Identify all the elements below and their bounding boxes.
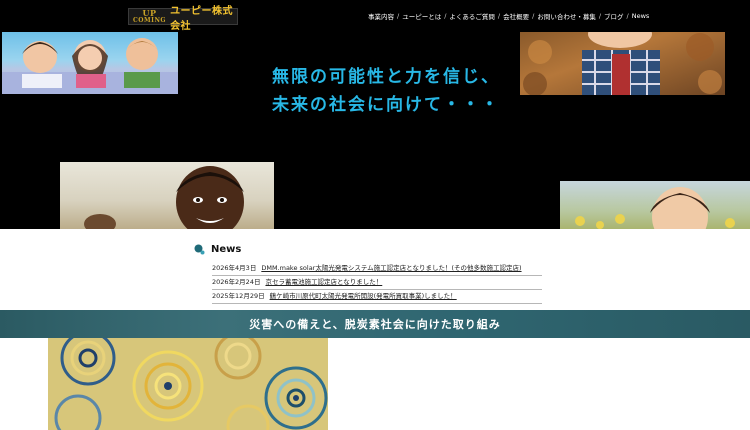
logo-text: ユーピー株式会社 [170, 5, 234, 32]
nav-item-business[interactable]: 事業内容 [368, 11, 394, 21]
nav-item-contact[interactable]: お問い合わせ・募集 [537, 11, 596, 21]
nav-separator: / [626, 12, 629, 20]
nav-item-news[interactable]: News [632, 12, 650, 20]
nav-item-company[interactable]: 会社概要 [503, 11, 529, 21]
nav-item-blog[interactable]: ブログ [604, 11, 624, 21]
hero-tagline-line2: 未来の社会に向けて・・・ [272, 95, 500, 115]
hero-photo-girl-field [560, 181, 750, 231]
news-item-link[interactable]: DMM.make solar太陽光発電システム施工認定店となりました！(その他多… [261, 264, 521, 272]
main-nav: 事業内容 / ユーピーとは / よくあるご質問 / 会社概要 / お問い合わせ・… [368, 11, 649, 21]
nav-separator: / [598, 12, 602, 20]
nav-item-faq[interactable]: よくあるご質問 [449, 11, 495, 21]
logo-mark-bottom: COMING [133, 16, 167, 24]
swirl-artwork-image [48, 338, 328, 430]
nav-separator: / [497, 12, 501, 20]
nav-separator: / [532, 12, 535, 20]
hero-photo-children-lying [2, 32, 178, 94]
nav-item-about[interactable]: ユーピーとは [402, 11, 441, 21]
news-item-date: 2026年2月24日 [212, 278, 261, 286]
news-title: News [211, 244, 242, 255]
hero-tagline: 無限の可能性と力を信じ、 未来の社会に向けて・・・ [272, 63, 500, 119]
nav-separator: / [444, 12, 447, 20]
news-item-date: 2026年4月3日 [212, 264, 257, 272]
banner-title: 災害への備えと、脱炭素社会に向けた取り組み [249, 318, 501, 331]
logo-mark-top: UP [142, 7, 157, 18]
initiative-banner: 災害への備えと、脱炭素社会に向けた取り組み [0, 310, 750, 338]
hero-photo-child-leaves [520, 32, 725, 95]
hero-photo-boy-smiling [60, 162, 274, 232]
news-item[interactable]: 2025年12月29日 鶴ケ崎市川原代町太陽光発電所開設(発電所買取事業)しました… [212, 290, 542, 304]
news-item[interactable]: 2026年2月24日 京セラ蓄電池施工認定店となりました！ [212, 276, 542, 290]
news-header: News [194, 244, 241, 255]
logo-mark-icon: UP COMING [133, 9, 166, 25]
company-logo[interactable]: UP COMING ユーピー株式会社 [128, 6, 238, 32]
news-bubble-icon [194, 244, 205, 255]
news-item[interactable]: 2026年4月3日 DMM.make solar太陽光発電システム施工認定店となり… [212, 262, 542, 276]
hero-tagline-line1: 無限の可能性と力を信じ、 [272, 67, 500, 87]
news-list: 2026年4月3日 DMM.make solar太陽光発電システム施工認定店となり… [212, 262, 542, 304]
nav-separator: / [397, 12, 400, 20]
news-item-date: 2025年12月29日 [212, 292, 265, 300]
news-item-link[interactable]: 京セラ蓄電池施工認定店となりました！ [265, 278, 382, 286]
news-item-link[interactable]: 鶴ケ崎市川原代町太陽光発電所開設(発電所買取事業)しました！ [270, 292, 457, 300]
